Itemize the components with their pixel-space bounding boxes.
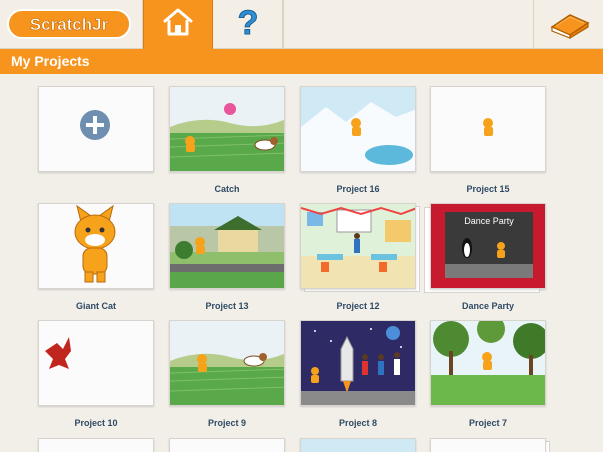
project-thumbnail[interactable] [169,438,285,452]
project-thumbnail[interactable] [430,438,546,452]
project-thumbnail[interactable] [169,203,285,289]
house-icon [161,6,195,43]
project-title: Project 13 [205,301,249,311]
book-icon [546,5,592,44]
section-header: My Projects [0,49,603,74]
section-title: My Projects [11,53,90,69]
project-title: Project 8 [338,418,378,428]
plus-circle-icon[interactable] [79,109,109,139]
project-thumbnail[interactable] [169,320,285,406]
project-title: Catch [214,184,240,194]
project-title: Project 16 [336,184,380,194]
svg-text:ScratchJr: ScratchJr [30,15,109,34]
question-mark-icon: ? [233,4,263,44]
project-thumbnail[interactable] [169,86,285,172]
project-thumbnail[interactable] [300,320,416,406]
project-thumbnail[interactable] [300,86,416,172]
top-bar: ScratchJr ? [0,0,603,49]
project-title: Project 15 [466,184,510,194]
project-title: Giant Cat [75,301,116,311]
project-title: Project 7 [468,418,508,428]
project-title: Project 10 [74,418,118,428]
project-thumbnail[interactable] [300,203,416,289]
project-thumbnail[interactable] [38,320,154,406]
svg-text:Dance Party: Dance Party [464,216,514,226]
project-title: Dance Party [461,301,515,311]
book-button[interactable] [533,0,603,49]
svg-text:?: ? [237,5,258,39]
project-title: Project 12 [336,301,380,311]
project-thumbnail[interactable] [430,86,546,172]
tab-home[interactable] [143,0,213,49]
project-thumbnail[interactable] [430,320,546,406]
project-title: Project 9 [207,418,247,428]
project-thumbnail[interactable] [38,203,154,289]
project-thumbnail[interactable]: Dance Party [430,203,546,289]
project-thumbnail[interactable] [38,438,154,452]
project-grid: Catch Project 16 Project 15 Giant Cat Pr… [0,74,603,452]
project-thumbnail[interactable] [300,438,416,452]
tab-help[interactable]: ? [213,0,283,49]
scratchjr-logo: ScratchJr [6,8,132,40]
